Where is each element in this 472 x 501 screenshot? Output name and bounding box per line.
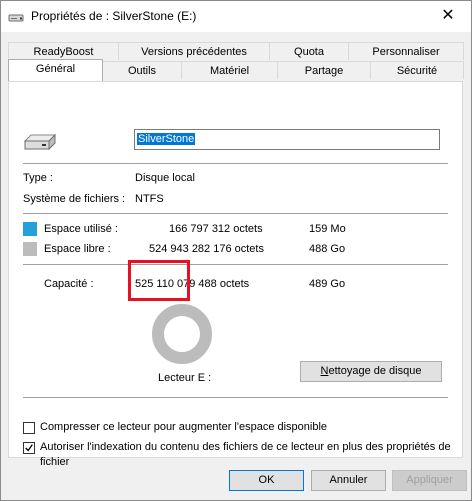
- used-space-bytes: 166 797 312 octets: [169, 223, 263, 235]
- tab-personnaliser[interactable]: Personnaliser: [348, 42, 464, 60]
- free-space-ring: [152, 304, 212, 364]
- close-button[interactable]: ✕: [425, 1, 471, 32]
- checkmark-icon: [25, 444, 33, 452]
- tab-versions-precedentes[interactable]: Versions précédentes: [118, 42, 270, 60]
- compress-label[interactable]: Compresser ce lecteur pour augmenter l'e…: [40, 421, 327, 433]
- cancel-button[interactable]: Annuler: [311, 470, 386, 491]
- ok-button[interactable]: OK: [229, 470, 304, 491]
- drive-letter-label: Lecteur E :: [158, 372, 212, 384]
- tab-partage[interactable]: Partage: [277, 61, 371, 79]
- index-label-line2[interactable]: fichier: [40, 456, 69, 468]
- free-space-swatch: [23, 242, 37, 256]
- tab-securite[interactable]: Sécurité: [370, 61, 464, 79]
- tab-outils[interactable]: Outils: [102, 61, 182, 79]
- window-title: Propriétés de : SilverStone (E:): [31, 9, 197, 23]
- filesystem-value: NTFS: [135, 193, 164, 205]
- index-label-line1[interactable]: Autoriser l'indexation du contenu des fi…: [40, 441, 451, 453]
- capacity-short: 489 Go: [309, 278, 346, 290]
- type-label: Type :: [23, 172, 53, 184]
- drive-name-value: SilverStone: [137, 133, 196, 145]
- separator-1: [23, 163, 448, 164]
- dialog-body: ReadyBoost Versions précédentes Quota Pe…: [1, 32, 471, 500]
- tab-readyboost[interactable]: ReadyBoost: [8, 42, 119, 60]
- used-space-label: Espace utilisé :: [44, 223, 118, 235]
- drive-name-input[interactable]: SilverStone: [134, 129, 440, 150]
- free-space-label: Espace libre :: [44, 243, 111, 255]
- type-value: Disque local: [135, 172, 195, 184]
- properties-window: Propriétés de : SilverStone (E:) ✕ Ready…: [0, 0, 472, 501]
- general-panel: SilverStone Type : Disque local Système …: [8, 81, 463, 468]
- tab-quota[interactable]: Quota: [269, 42, 349, 60]
- drive-title-icon: [8, 14, 24, 22]
- apply-button[interactable]: Appliquer: [392, 470, 467, 491]
- used-space-short: 159 Mo: [309, 223, 346, 235]
- filesystem-label: Système de fichiers :: [23, 193, 126, 205]
- index-checkbox[interactable]: [23, 442, 35, 454]
- highlight-box: [128, 260, 190, 301]
- tab-materiel[interactable]: Matériel: [181, 61, 278, 79]
- separator-2: [23, 213, 448, 214]
- free-space-short: 488 Go: [309, 243, 346, 255]
- tab-general[interactable]: Général: [8, 59, 103, 81]
- drive-icon: [23, 133, 57, 151]
- disk-cleanup-button[interactable]: Nettoyage de disque: [300, 361, 442, 382]
- separator-3: [23, 264, 448, 265]
- used-space-swatch: [23, 222, 37, 236]
- free-space-bytes: 524 943 282 176 octets: [149, 243, 264, 255]
- separator-4: [23, 397, 448, 398]
- disk-cleanup-label: Nettoyage de disque: [320, 365, 422, 377]
- capacity-label: Capacité :: [44, 278, 94, 290]
- disk-usage-donut: [152, 304, 212, 364]
- title-bar[interactable]: Propriétés de : SilverStone (E:) ✕: [1, 1, 471, 32]
- compress-checkbox[interactable]: [23, 422, 35, 434]
